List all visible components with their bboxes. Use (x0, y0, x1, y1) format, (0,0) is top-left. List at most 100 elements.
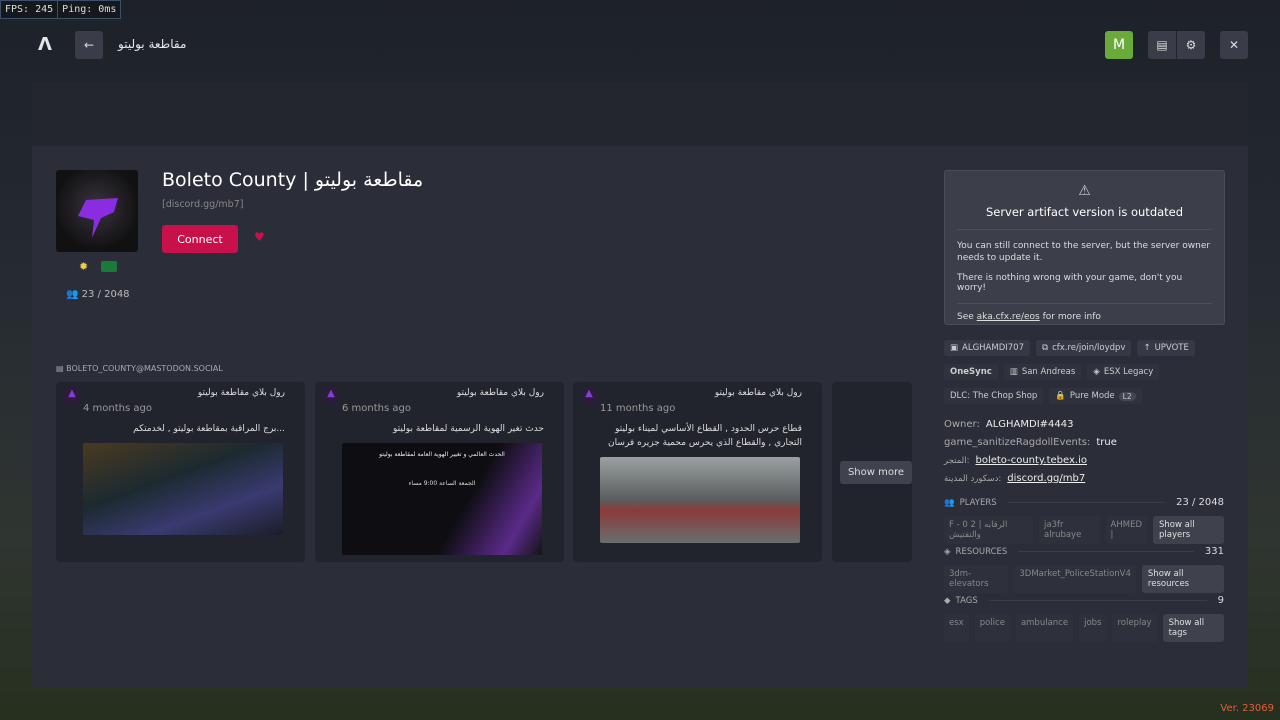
post-author: رول بلاي مقاطعة بوليتو (714, 388, 802, 398)
show-all-players-button[interactable]: Show all players (1153, 516, 1224, 544)
warning-more-pre: See (957, 312, 977, 322)
page-title: مقاطعة بوليتو (118, 37, 187, 51)
warning-text: You can still connect to the server, but… (957, 241, 1211, 263)
player-item: F - 0 2 | الرقابه والتفتيش (944, 516, 1033, 544)
ping: Ping: 0ms (62, 4, 117, 15)
changelog-icon[interactable]: ▤ (1148, 31, 1176, 59)
framework-chip: ◈ ESX Legacy (1087, 364, 1160, 380)
owner-tag-chip[interactable]: ▣ ALGHAMDI707 (944, 340, 1030, 356)
post-card[interactable]: ▲ رول بلاي مقاطعة بوليتو 4 months ago ..… (56, 382, 305, 562)
user-avatar[interactable]: M (1105, 31, 1133, 59)
post-card[interactable]: ▲ رول بلاي مقاطعة بوليتو 11 months ago ق… (573, 382, 822, 562)
mastodon-icon: ▤ (56, 364, 64, 373)
map-label: San Andreas (1021, 367, 1076, 377)
layers-icon: ◈ (944, 546, 951, 557)
debug-overlay: FPS: 245 Ping: 0ms (0, 0, 122, 19)
post-image[interactable] (83, 443, 283, 535)
var-key: دسكورد المدينة: (944, 474, 1002, 484)
post-time: 4 months ago (83, 403, 152, 414)
var-key: Owner: (944, 419, 980, 430)
post-card[interactable]: ▲ رول بلاي مقاطعة بوليتو 6 months ago حد… (315, 382, 564, 562)
server-banner (32, 82, 1248, 146)
mastodon-handle[interactable]: ▤ BOLETO_COUNTY@MASTODON.SOCIAL (56, 364, 223, 373)
logo[interactable]: Λ (38, 34, 52, 55)
show-all-resources-button[interactable]: Show all resources (1141, 565, 1224, 593)
post-image[interactable] (600, 457, 800, 543)
resource-item: 3DMarket_PoliceStationV4 (1014, 565, 1136, 593)
tag-item: ambulance (1015, 614, 1074, 642)
post-text: قطاع حرس الحدود , القطاع الأساسي لميناء … (608, 424, 802, 448)
resources-count: 331 (1204, 546, 1224, 557)
server-vars: Owner: ALGHAMDI#4443 game_sanitizeRagdoll… (944, 419, 1117, 491)
resource-item: 3dm-elevators (944, 565, 1009, 593)
players-icon: 👥 (944, 497, 955, 508)
player-item: ja3fr alrubaye (1039, 516, 1100, 544)
post-text: حدث تغير الهوية الرسمية لمقاطعة بوليتو (392, 424, 544, 434)
map-icon: ▥ (1009, 367, 1018, 377)
players-icon: 👥 (66, 289, 79, 300)
var-row: دسكورد المدينة: discord.gg/mb7 (944, 473, 1117, 484)
player-count-text: 23 / 2048 (81, 289, 130, 300)
warning-title: Server artifact version is outdated (957, 205, 1212, 230)
settings-gear-icon[interactable]: ⚙ (1177, 31, 1205, 59)
var-key: المتجر: (944, 456, 970, 466)
dlc-chip: DLC: The Chop Shop (944, 388, 1044, 404)
post-avatar: ▲ (64, 388, 80, 404)
gamepad-icon: ◈ (1093, 367, 1100, 377)
discord-link[interactable]: discord.gg/mb7 (1007, 473, 1085, 484)
warning-text: There is nothing wrong with your game, d… (957, 273, 1212, 304)
robot-icon: ▣ (950, 343, 959, 353)
mastodon-handle-text: BOLETO_COUNTY@MASTODON.SOCIAL (66, 364, 223, 373)
post-time: 11 months ago (600, 403, 676, 414)
var-row: المتجر: boleto-county.tebex.io (944, 455, 1117, 466)
post-avatar: ▲ (581, 388, 597, 404)
tag-icon: ◆ (944, 595, 951, 606)
tag-item: police (974, 614, 1010, 642)
post-image-title: الحدث العالمي و تغيير الهوية العامة لمقا… (379, 451, 505, 458)
post-time: 6 months ago (342, 403, 411, 414)
var-row: Owner: ALGHAMDI#4443 (944, 419, 1117, 430)
players-section: 👥 PLAYERS 23 / 2048 F - 0 2 | الرقابه والت… (944, 497, 1224, 544)
var-value: true (1096, 437, 1117, 448)
section-label: RESOURCES (955, 546, 1008, 557)
map-chip: ▥ San Andreas (1003, 364, 1082, 380)
back-button[interactable]: ← (75, 31, 103, 59)
players-count: 23 / 2048 (1176, 497, 1224, 508)
var-value: ALGHAMDI#4443 (985, 419, 1074, 430)
server-chips: ▣ ALGHAMDI707 ⧉ cfx.re/join/loydpv ↑ UPVOTE… (944, 340, 1234, 404)
favorite-heart-icon[interactable]: ♥ (254, 230, 265, 244)
flag-icon (101, 261, 117, 272)
tags-section: ◆ TAGS 9 esx police ambulance jobs roleplay Sho… (944, 595, 1224, 642)
var-row: game_sanitizeRagdollEvents: true (944, 437, 1117, 448)
pure-mode-label: Pure Mode (1069, 391, 1115, 401)
connect-button[interactable]: Connect (162, 225, 238, 253)
resources-section: ◈ RESOURCES 331 3dm-elevators 3DMarket_Poli… (944, 546, 1224, 593)
post-avatar: ▲ (323, 388, 339, 404)
tag-item: roleplay (1112, 614, 1157, 642)
eos-link[interactable]: aka.cfx.re/eos (977, 312, 1040, 322)
outdated-warning: ⚠ Server artifact version is outdated Yo… (944, 170, 1225, 325)
join-link-chip[interactable]: ⧉ cfx.re/join/loydpv (1035, 340, 1132, 356)
post-image[interactable]: الحدث العالمي و تغيير الهوية العامة لمقا… (342, 443, 542, 555)
server-subtitle: [discord.gg/mb7] (162, 199, 244, 210)
upvote-button[interactable]: ↑ UPVOTE (1137, 340, 1195, 356)
onesync-chip: OneSync (944, 364, 998, 380)
close-button[interactable]: ✕ (1220, 31, 1248, 59)
join-link: cfx.re/join/loydpv (1052, 343, 1126, 353)
warning-icon: ⚠ (1078, 183, 1091, 199)
pure-mode-chip: 🔒 Pure Mode L2 (1049, 388, 1142, 404)
tags-count: 9 (1217, 595, 1224, 606)
server-icon (56, 170, 138, 252)
store-link[interactable]: boleto-county.tebex.io (975, 455, 1087, 466)
post-author: رول بلاي مقاطعة بوليتو (456, 388, 544, 398)
post-text: ...برج المراقبة بمقاطعة بوليتو , لخدمتكم (133, 424, 285, 434)
lock-icon: 🔒 (1055, 391, 1066, 401)
upvote-label: UPVOTE (1154, 343, 1189, 353)
show-more-button[interactable]: Show more (840, 461, 912, 484)
framework-label: ESX Legacy (1103, 367, 1154, 377)
section-label: TAGS (955, 595, 978, 606)
player-count: 👥 23 / 2048 (66, 289, 130, 300)
section-label: PLAYERS (959, 497, 997, 508)
warning-more-post: for more info (1039, 312, 1101, 322)
show-all-tags-button[interactable]: Show all tags (1162, 614, 1224, 642)
